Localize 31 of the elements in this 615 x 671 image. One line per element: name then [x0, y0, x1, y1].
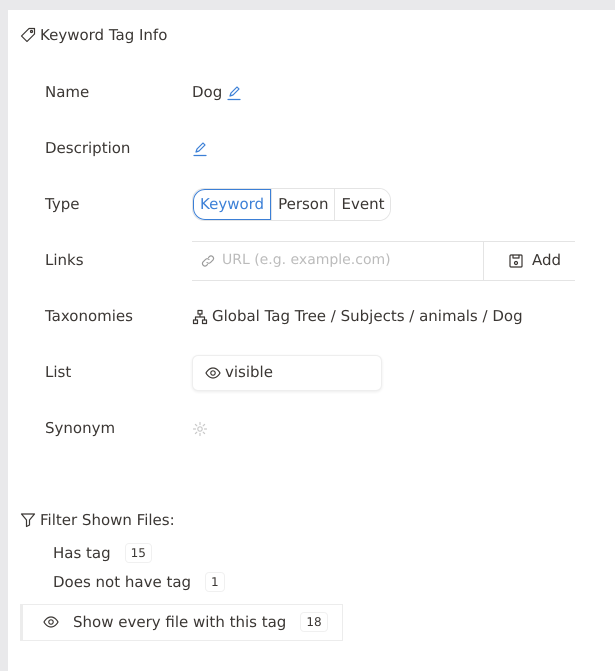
- pencil-icon: [192, 140, 208, 156]
- edit-button[interactable]: [192, 140, 208, 156]
- filter-option[interactable]: Show every file with this tag 18: [20, 604, 343, 640]
- section-title: Filter Shown Files:: [40, 510, 175, 530]
- field-label: Description: [45, 138, 132, 160]
- tag-icon: [20, 27, 36, 44]
- count-badge: 18: [300, 612, 328, 632]
- field-value: Dog: [192, 82, 222, 104]
- filter-option[interactable]: Has tag 15: [20, 539, 152, 568]
- field-label: Taxonomies: [45, 306, 134, 328]
- pencil-icon: [226, 84, 242, 100]
- field-label: List: [45, 362, 72, 384]
- filter-icon: [20, 512, 36, 528]
- eye-icon: [205, 364, 221, 380]
- link-icon: [200, 252, 216, 268]
- save-icon: [508, 252, 524, 268]
- count-badge: 1: [205, 572, 225, 592]
- field-label: Type: [45, 194, 80, 216]
- type-tab[interactable]: Event: [334, 189, 390, 220]
- hierarchy-icon: [192, 308, 208, 324]
- edit-button[interactable]: [226, 84, 242, 100]
- field-label: Links: [45, 250, 85, 272]
- visibility-dropdown[interactable]: visible: [192, 354, 382, 390]
- type-tab[interactable]: Keyword: [193, 189, 272, 220]
- filter-option[interactable]: Does not have tag 1: [20, 568, 225, 596]
- panel-title: Keyword Tag Info: [40, 25, 168, 46]
- count-badge: 15: [124, 543, 152, 564]
- taxonomy-path: Global Tag Tree / Subjects / animals / Dog: [212, 306, 523, 328]
- field-label: Name: [45, 82, 90, 104]
- field-label: Synonym: [45, 418, 116, 440]
- eye-icon: [43, 614, 59, 630]
